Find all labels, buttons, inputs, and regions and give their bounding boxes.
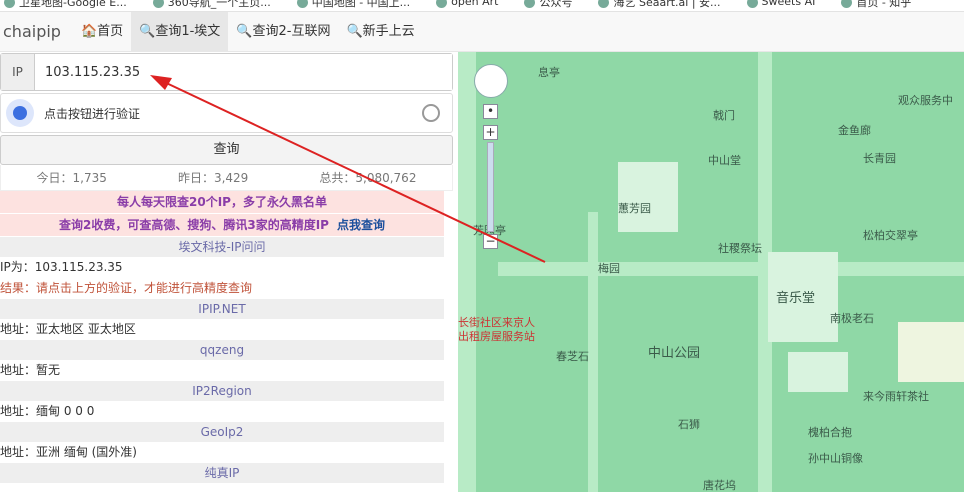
map-label: 长青园 [863, 152, 896, 165]
map-label: 中山公园 [648, 346, 701, 361]
map-zoom-in-button[interactable]: + [483, 125, 498, 140]
captcha-text: 点击按钮进行验证 [44, 106, 141, 121]
bookmark-label: open Art [451, 0, 499, 8]
map-label: 出租房屋服务站 [458, 330, 535, 343]
bookmark[interactable]: 360导航_一个主页... [152, 0, 271, 10]
bookmark-favicon-icon [436, 0, 448, 8]
map-zoom-out-button[interactable]: − [483, 234, 498, 249]
map-label: 社稷祭坛 [718, 242, 762, 255]
bookmark[interactable]: Sweets AI [746, 0, 816, 8]
result-header: qqzeng [0, 340, 444, 360]
navbar: chaipip 🏠首页 🔍查询1-埃文 🔍查询2-互联网 🔍新手上云 [0, 11, 964, 52]
ip-input-group: IP [0, 53, 453, 91]
stat-today: 今日：1,735 [36, 171, 107, 185]
result-row: IP为：103.115.23.35 [0, 260, 123, 274]
stats: 今日：1,735 昨日：3,429 总共：5,080,762 [0, 165, 453, 191]
map-label: 孙中山铜像 [808, 452, 863, 465]
map-label: 中山堂 [708, 154, 741, 167]
map-label: 梅园 [598, 262, 620, 275]
map-label: 观众服务中 [898, 94, 953, 107]
nav-query2[interactable]: 🔍查询2-互联网 [228, 12, 338, 52]
map-label: 松柏交翠亭 [863, 229, 918, 242]
nav-home[interactable]: 🏠首页 [73, 12, 131, 52]
bookmark-favicon-icon [841, 0, 853, 8]
query-button[interactable]: 查询 [0, 135, 453, 165]
ip-label: IP [1, 54, 35, 90]
map-label: 南极老石 [830, 312, 874, 325]
brand[interactable]: chaipip [0, 22, 73, 41]
map-label: 春芝石 [556, 350, 589, 363]
map-label: 石狮 [678, 418, 700, 431]
result-row: 地址：亚洲 缅甸 (国外准) [0, 445, 137, 459]
map-label: 息亭 [538, 66, 560, 79]
map-label: 槐柏合抱 [808, 426, 852, 439]
warning-paid-text: 查询2收费，可查高德、搜狗、腾讯3家的高精度IP [59, 218, 329, 232]
bookmark-label: 海艺 Seaart.ai | 安... [613, 0, 721, 9]
ip-input[interactable] [35, 54, 452, 90]
stat-total: 总共：5,080,762 [319, 171, 417, 185]
bookmark[interactable]: open Art [436, 0, 498, 8]
bookmark-label: 公众号 [539, 0, 573, 9]
bookmark[interactable]: 首页 - 知乎 [841, 0, 911, 10]
stat-yesterday: 昨日：3,429 [177, 171, 249, 185]
result-note: 结果：请点击上方的验证，才能进行高精度查询 [0, 281, 253, 295]
bookmark[interactable]: 中国地图 - 中国上... [296, 0, 411, 10]
result-row: 地址：亚太地区 亚太地区 [0, 322, 136, 336]
bookmark-label: Sweets AI [761, 0, 816, 8]
bookmark-favicon-icon [598, 0, 610, 8]
map-locate-button[interactable]: • [483, 104, 498, 119]
map-label: 来今雨轩茶社 [863, 390, 929, 403]
nav-newbie[interactable]: 🔍新手上云 [338, 12, 422, 52]
result-header: GeoIp2 [0, 422, 444, 442]
result-row: 地址：缅甸 0 0 0 [0, 404, 95, 418]
map-label: 戟门 [713, 109, 735, 122]
bookmark[interactable]: 海艺 Seaart.ai | 安... [598, 0, 721, 10]
nav-query1[interactable]: 🔍查询1-埃文 [131, 11, 229, 52]
bookmarks-bar: 卫星地图-Google E... 360导航_一个主页... 中国地图 - 中国上.… [0, 0, 964, 12]
bookmark-favicon-icon [152, 0, 164, 8]
map-label: 金鱼廊 [838, 124, 871, 137]
result-header: IP2Region [0, 381, 444, 401]
map-label: 唐花坞 [703, 479, 736, 492]
bookmark[interactable]: 卫星地图-Google E... [4, 0, 127, 10]
result-header: 纯真IP [0, 463, 444, 483]
result-row: 地址：暂无 [0, 363, 61, 377]
map-controls: • + − [474, 64, 508, 249]
bookmark-favicon-icon [4, 0, 15, 8]
bookmark-label: 首页 - 知乎 [856, 0, 912, 9]
bookmark[interactable]: 公众号 [524, 0, 572, 10]
captcha-icon [6, 99, 34, 127]
bookmark-favicon-icon [524, 0, 536, 8]
bookmark-favicon-icon [296, 0, 308, 8]
paid-query-link[interactable]: 点我查询 [337, 218, 385, 232]
map-pan-control[interactable] [474, 64, 508, 98]
bookmark-favicon-icon [746, 0, 758, 8]
bookmark-label: 卫星地图-Google E... [19, 0, 127, 9]
result-header: 埃文科技-IP问问 [0, 237, 444, 257]
map-label: 蕙芳园 [618, 202, 651, 215]
bookmark-label: 中国地图 - 中国上... [311, 0, 411, 9]
map[interactable]: 息亭观众服务中戟门金鱼廊长青园中山堂蕙芳园松柏交翠亭芳园亭社稷祭坛梅园音乐堂南极… [458, 52, 964, 492]
result-header: IPIP.NET [0, 299, 444, 319]
warning-limit: 每人每天限查20个IP，多了永久黑名单 [0, 191, 444, 213]
warning-paid: 查询2收费，可查高德、搜狗、腾讯3家的高精度IP 点我查询 [0, 214, 444, 236]
refresh-icon[interactable] [422, 104, 440, 122]
query-panel: IP 点击按钮进行验证 查询 今日：1,735 昨日：3,429 总共：5,08… [0, 52, 456, 492]
map-zoom-slider[interactable] [487, 142, 494, 232]
captcha-button[interactable]: 点击按钮进行验证 [0, 93, 453, 133]
map-label: 音乐堂 [776, 291, 816, 306]
bookmark-label: 360导航_一个主页... [167, 0, 271, 9]
